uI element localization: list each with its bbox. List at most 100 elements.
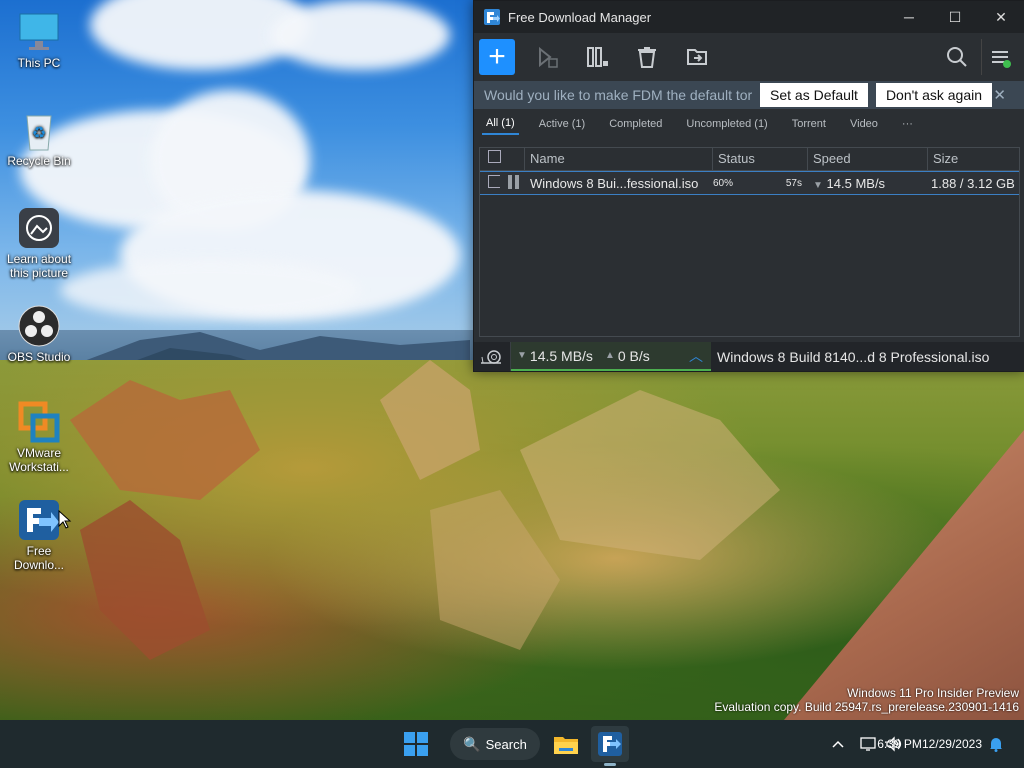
open-folder-button[interactable]	[679, 39, 715, 75]
play-icon	[539, 46, 558, 68]
row-checkbox[interactable]	[488, 175, 500, 188]
row-name: Windows 8 Bui...fessional.iso	[530, 175, 699, 191]
taskbar: 🔍 Search 6:39 PM 12/29/2023	[0, 720, 1024, 768]
add-download-button[interactable]: +	[479, 39, 515, 75]
set-as-default-button[interactable]: Set as Default	[760, 83, 868, 107]
minimize-button[interactable]: ─	[886, 1, 932, 33]
row-progress-percent: 60%	[713, 177, 734, 189]
row-size: 1.88 / 3.12 GB	[931, 175, 1015, 191]
desktop-icon-recycle-bin[interactable]: ♻ Recycle Bin	[0, 108, 78, 168]
column-header-status[interactable]: Status	[713, 148, 808, 170]
paused-state-icon[interactable]	[508, 174, 520, 189]
speed-summary[interactable]: ▼ 14.5 MB/s ▲ 0 B/s ︿	[511, 342, 711, 371]
show-hidden-icons-button[interactable]	[830, 720, 846, 768]
vmware-icon	[17, 400, 61, 444]
close-button[interactable]: ✕	[978, 1, 1024, 33]
filter-tabs: All (1) Active (1) Completed Uncompleted…	[474, 109, 1024, 139]
recycle-bin-icon: ♻	[17, 108, 61, 152]
maximize-button[interactable]: ☐	[932, 1, 978, 33]
current-file-name: Windows 8 Build 8140...d 8 Professional.…	[717, 348, 990, 365]
search-button[interactable]	[939, 39, 975, 75]
taskbar-search-label: Search	[485, 736, 527, 752]
total-upload-speed: 0 B/s	[617, 347, 650, 364]
hamburger-menu-icon	[992, 51, 1011, 68]
speed-mode-button[interactable]	[474, 342, 511, 371]
pause-icon	[587, 47, 608, 67]
clock-time: 6:39 PM	[877, 736, 922, 751]
fdm-icon	[17, 498, 61, 542]
column-header-size[interactable]: Size	[928, 148, 1017, 170]
pause-button[interactable]	[579, 39, 615, 75]
folder-icon	[554, 737, 578, 754]
camera-icon	[17, 206, 61, 250]
upload-arrow-icon: ▲	[604, 350, 615, 361]
window-title: Free Download Manager	[508, 9, 652, 25]
tab-video[interactable]: Video	[846, 114, 882, 134]
select-all-cell	[480, 148, 525, 170]
row-pause-cell	[500, 174, 525, 192]
resume-button[interactable]	[529, 39, 565, 75]
desktop-icon-label: Learn about this picture	[6, 252, 72, 280]
fdm-icon	[598, 732, 622, 756]
search-icon: 🔍	[463, 735, 481, 752]
watermark-line2: Evaluation copy. Build 25947.rs_prerelea…	[714, 700, 1019, 714]
desktop-icon-label: VMware Workstati...	[9, 446, 69, 474]
desktop-icon-label: Recycle Bin	[7, 154, 71, 168]
fdm-app-icon	[484, 9, 500, 25]
tab-torrent[interactable]: Torrent	[788, 114, 830, 134]
desktop-icon-this-pc[interactable]: This PC	[0, 10, 78, 70]
tab-all[interactable]: All (1)	[482, 113, 519, 135]
tab-uncompleted[interactable]: Uncompleted (1)	[682, 114, 771, 134]
taskbar-clock[interactable]: 6:39 PM 12/29/2023	[877, 720, 982, 768]
start-button[interactable]	[398, 726, 434, 762]
delete-button[interactable]	[629, 39, 665, 75]
downloads-table: Name Status Speed Size Windows 8 Bui...f…	[479, 147, 1020, 337]
file-explorer-button[interactable]	[548, 726, 584, 762]
network-button[interactable]	[860, 720, 878, 768]
fdm-toolbar: +	[474, 33, 1024, 81]
table-row[interactable]: Windows 8 Bui...fessional.iso 60% 57s ▼ …	[480, 171, 1019, 195]
obs-icon	[17, 304, 61, 348]
row-checkbox-cell	[480, 175, 500, 191]
notice-message: Would you like to make FDM the default t…	[484, 87, 752, 103]
desktop-icon-label: This PC	[17, 56, 61, 70]
search-icon	[947, 47, 967, 67]
desktop-icon-label: Free Downlo...	[13, 544, 65, 572]
menu-button[interactable]	[981, 39, 1018, 75]
total-download-speed: 14.5 MB/s	[529, 347, 593, 364]
bell-icon	[990, 738, 1002, 752]
folder-icon	[687, 49, 707, 65]
snail-icon	[481, 349, 501, 364]
fdm-titlebar[interactable]: Free Download Manager ─ ☐ ✕	[474, 1, 1024, 33]
notifications-button[interactable]	[988, 720, 1004, 768]
fdm-statusbar: ▼ 14.5 MB/s ▲ 0 B/s ︿ Windows 8 Build 81…	[474, 342, 1024, 371]
column-header-name[interactable]: Name	[525, 148, 713, 170]
mouse-cursor-icon	[58, 510, 72, 529]
chevron-up-icon[interactable]: ︿	[689, 346, 703, 366]
row-speed: ▼ 14.5 MB/s	[808, 176, 926, 191]
tab-completed[interactable]: Completed	[605, 114, 666, 134]
watermark-line1: Windows 11 Pro Insider Preview	[847, 686, 1019, 700]
desktop-icon-learn-picture[interactable]: Learn about this picture	[0, 206, 78, 280]
row-eta: 57s	[785, 177, 802, 189]
download-arrow-icon: ▼	[517, 350, 527, 361]
column-header-speed[interactable]: Speed	[808, 148, 928, 170]
taskbar-search[interactable]: 🔍 Search	[450, 728, 540, 760]
desktop-icon-vmware[interactable]: VMware Workstati...	[0, 400, 78, 474]
row-status: 60% 57s	[708, 178, 808, 189]
close-notice-icon[interactable]: ✕	[993, 86, 1006, 104]
table-header: Name Status Speed Size	[480, 148, 1019, 171]
fdm-window: Free Download Manager ─ ☐ ✕ + Would you …	[473, 0, 1024, 372]
network-icon	[860, 737, 876, 751]
tab-active[interactable]: Active (1)	[535, 114, 589, 134]
tab-more[interactable]: ···	[898, 114, 917, 134]
select-all-checkbox[interactable]	[488, 150, 501, 163]
chevron-up-icon	[832, 740, 844, 748]
monitor-icon	[17, 10, 61, 54]
row-speed-value: 14.5 MB/s	[826, 175, 886, 191]
fdm-taskbar-button[interactable]	[591, 726, 629, 766]
trash-icon	[638, 47, 656, 68]
dont-ask-again-button[interactable]: Don't ask again	[875, 83, 993, 107]
desktop-icon-obs[interactable]: OBS Studio	[0, 304, 78, 364]
svg-text:♻: ♻	[32, 125, 46, 142]
